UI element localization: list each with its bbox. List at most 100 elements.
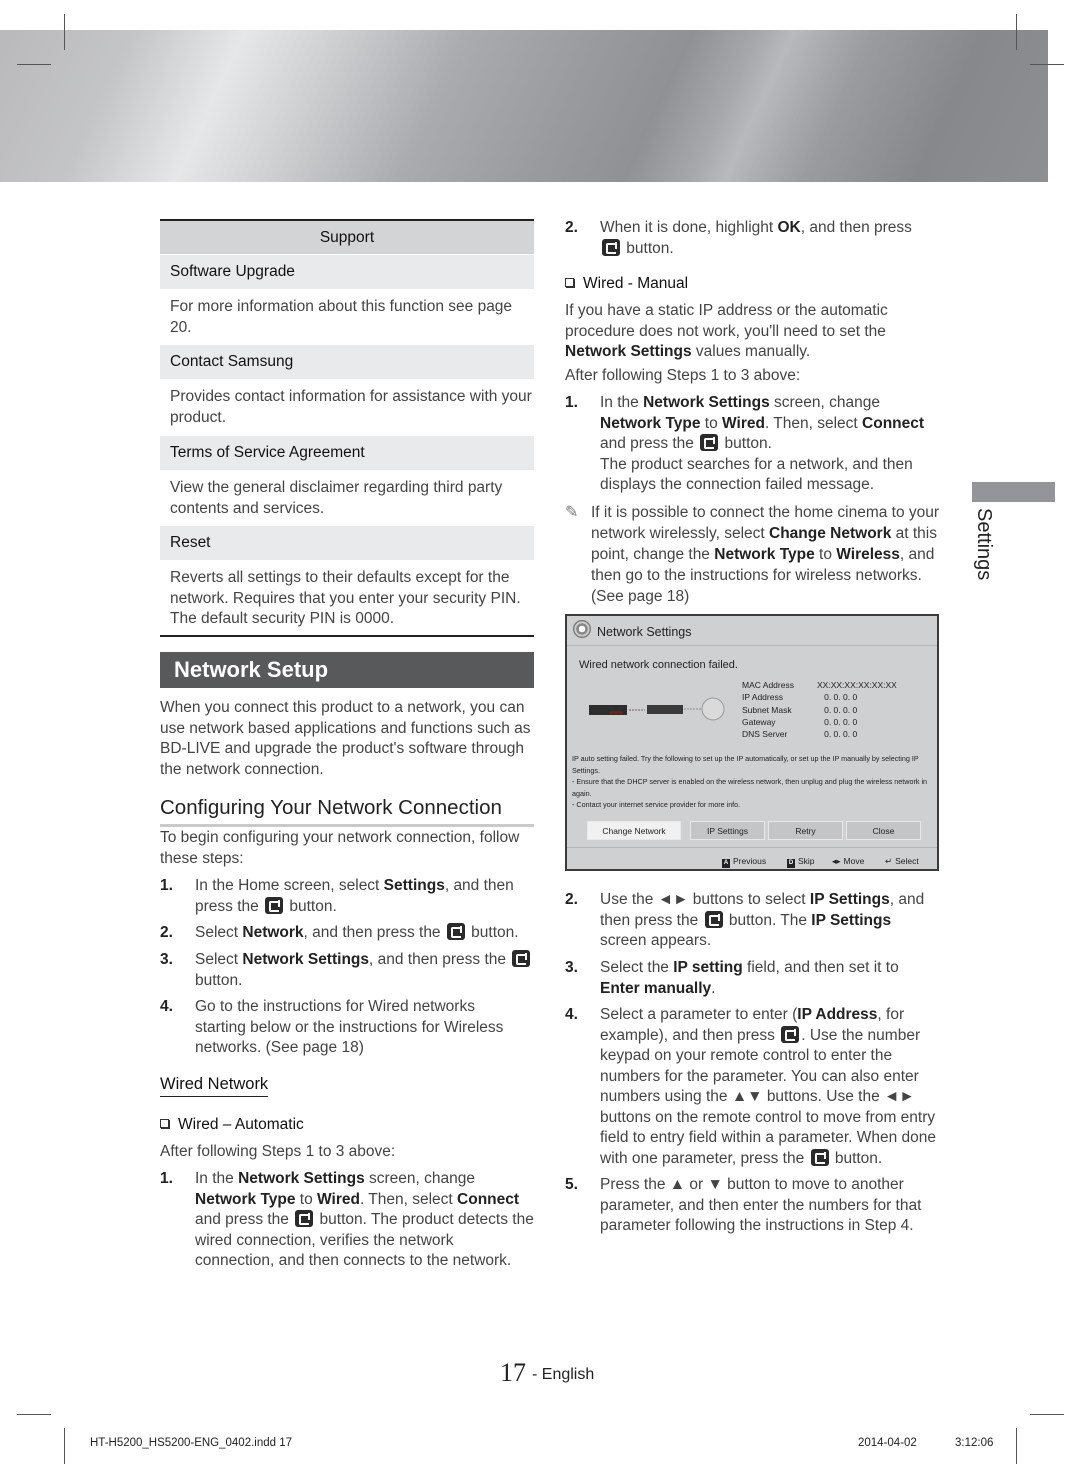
footer-select: ↵ Select	[885, 856, 919, 866]
router-device-icon	[647, 705, 683, 714]
table-row-desc: For more information about this function…	[170, 298, 513, 336]
wired-manual-step: 1. In the Network Settings screen, chang…	[565, 394, 925, 493]
footer-move: ◂▸ Move	[832, 856, 865, 866]
step-number: 4.	[160, 998, 173, 1015]
wired-network-heading: Wired Network	[160, 1075, 269, 1097]
subsection-title: Configuring Your Network Connection	[160, 796, 502, 819]
table-row-desc: Provides contact information for assista…	[170, 388, 532, 426]
enter-button-icon	[265, 896, 284, 914]
player-device-accent	[609, 711, 623, 714]
enter-icon: ↵	[885, 856, 893, 866]
enter-button-icon	[810, 1148, 829, 1166]
table-row-title: Reset	[160, 526, 534, 560]
table-row-title: Software Upgrade	[160, 255, 534, 289]
crop-mark	[1030, 1414, 1064, 1415]
checkbox-bullet-icon	[565, 278, 574, 287]
subsection-rule	[160, 824, 534, 827]
chapter-label: Settings	[973, 508, 995, 581]
config-step: 4. Go to the instructions for Wired netw…	[160, 998, 504, 1056]
section-title: Network Setup	[160, 652, 534, 688]
wired-auto-step: 1. In the Network Settings screen, chang…	[160, 1170, 534, 1269]
wired-manual-step: 5. Press the ▲ or ▼ button to move to an…	[565, 1176, 922, 1234]
after-steps-text: After following Steps 1 to 3 above:	[160, 1143, 396, 1160]
step-number: 2.	[160, 924, 173, 941]
arrows-icon: ◂▸	[832, 856, 841, 866]
enter-button-icon	[512, 950, 531, 967]
globe-icon	[701, 697, 725, 721]
pencil-note-icon: ✎	[565, 504, 579, 521]
wired-manual-step: 2. Use the ◄► buttons to select IP Setti…	[565, 891, 925, 949]
enter-button-icon	[700, 434, 719, 451]
wired-manual-intro: If you have a static IP address or the a…	[565, 302, 888, 360]
network-settings-screen: Network Settings Wired network connectio…	[565, 614, 939, 871]
info-row: Gateway 0. 0. 0. 0	[742, 716, 858, 727]
config-step: 1. In the Home screen, select Settings, …	[160, 877, 514, 915]
step-number: 3.	[565, 959, 578, 976]
network-setup-intro: When you connect this product to a netwo…	[160, 699, 531, 778]
network-info: MAC Address XX:XX:XX:XX:XX:XX IP Address …	[742, 679, 897, 740]
screen-title: Network Settings	[597, 625, 692, 639]
step-number: 5.	[565, 1176, 578, 1193]
step-number: 3.	[160, 951, 173, 968]
change-network-button[interactable]: Change Network	[587, 821, 681, 840]
checkbox-bullet-icon	[160, 1119, 169, 1128]
page-language: - English	[532, 1366, 595, 1383]
close-button[interactable]: Close	[846, 821, 921, 840]
print-time: 3:12:06	[955, 1437, 994, 1449]
retry-button[interactable]: Retry	[768, 821, 843, 840]
config-step: 2. Select Network, and then press the bu…	[160, 923, 538, 945]
configuring-intro: To begin configuring your network connec…	[160, 829, 520, 867]
page-number: 17	[500, 1358, 526, 1387]
crop-mark	[1030, 64, 1064, 65]
footer-previous: A Previous	[722, 856, 767, 868]
chapter-tab	[972, 482, 1055, 502]
step-number: 2.	[565, 891, 578, 908]
wired-manual-step: 3. Select the IP setting field, and then…	[565, 959, 899, 997]
print-date: 2014-04-02	[858, 1437, 917, 1449]
gear-icon	[573, 620, 591, 638]
screen-buttons: Change Network IP Settings Retry Close	[587, 821, 927, 841]
table-row-desc: View the general disclaimer regarding th…	[170, 479, 503, 517]
step-number: 1.	[565, 394, 578, 411]
info-row: Subnet Mask 0. 0. 0. 0	[742, 704, 858, 715]
a-key-icon: A	[722, 859, 730, 868]
crop-mark	[17, 64, 51, 65]
enter-button-icon	[781, 1025, 800, 1043]
crop-mark	[64, 1428, 65, 1464]
table-bottom-rule	[160, 635, 534, 637]
enter-button-icon	[446, 923, 465, 940]
info-row: MAC Address XX:XX:XX:XX:XX:XX	[742, 680, 897, 690]
enter-button-icon	[602, 238, 620, 256]
step-number: 1.	[160, 1170, 173, 1187]
network-diagram-icon	[589, 697, 725, 721]
wired-auto-step: 2. When it is done, highlight OK, and th…	[565, 219, 912, 257]
crop-mark	[64, 14, 65, 50]
screen-message: Wired network connection failed.	[579, 659, 738, 671]
table-row-title: Contact Samsung	[160, 345, 534, 379]
info-row: IP Address 0. 0. 0. 0	[742, 692, 858, 703]
screen-titlebar: Network Settings	[567, 616, 937, 646]
footer-skip: D Skip	[787, 856, 815, 868]
enter-button-icon	[704, 910, 723, 928]
header-banner	[0, 30, 1048, 182]
crop-mark	[17, 1414, 51, 1415]
step-number: 4.	[565, 1006, 578, 1023]
after-steps-text: After following Steps 1 to 3 above:	[565, 367, 801, 384]
print-file-name: HT-H5200_HS5200-ENG_0402.indd 17	[90, 1437, 293, 1449]
wired-manual-heading: Wired - Manual	[565, 275, 688, 293]
step-number: 2.	[565, 219, 578, 236]
crop-mark	[1016, 14, 1017, 50]
screen-hint: IP auto setting failed. Try the followin…	[572, 754, 928, 809]
crop-mark	[1016, 1428, 1017, 1464]
support-table-header: Support	[160, 221, 534, 254]
wired-manual-step: 4. Select a parameter to enter (IP Addre…	[565, 1006, 937, 1167]
wired-automatic-heading: Wired – Automatic	[160, 1116, 304, 1134]
d-key-icon: D	[787, 859, 795, 868]
step-number: 1.	[160, 877, 173, 894]
table-row-desc: Reverts all settings to their defaults e…	[170, 569, 521, 627]
ip-settings-button[interactable]: IP Settings	[690, 821, 765, 840]
enter-button-icon	[295, 1210, 314, 1227]
config-step: 3. Select Network Settings, and then pre…	[160, 950, 538, 992]
table-row-title: Terms of Service Agreement	[160, 436, 534, 470]
info-row: DNS Server 0. 0. 0. 0	[742, 729, 858, 740]
